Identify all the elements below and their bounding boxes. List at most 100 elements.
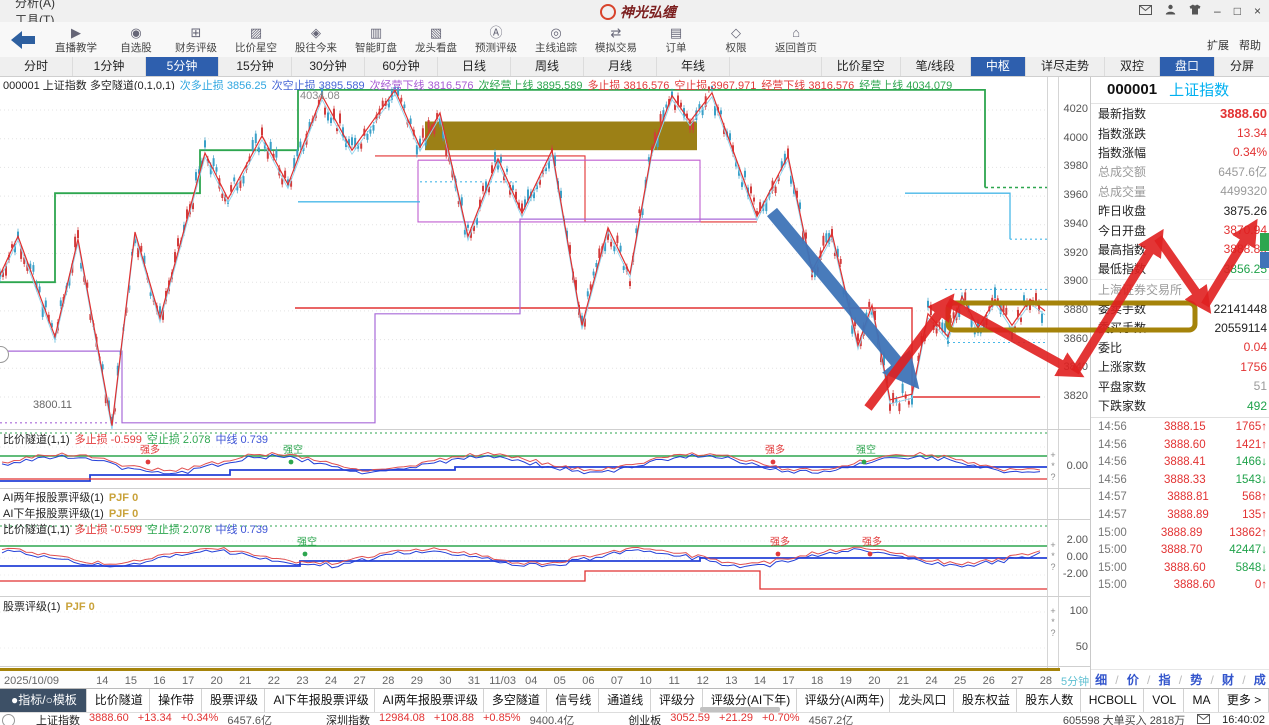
date-tick-13: 31 [460, 675, 489, 687]
view-tab-4[interactable]: 双控 [1104, 57, 1159, 76]
tab-scrollbar[interactable] [700, 707, 780, 712]
period-tab-5[interactable]: 60分钟 [365, 57, 438, 76]
period-tab-3[interactable]: 15分钟 [219, 57, 292, 76]
date-tick-22: 13 [717, 675, 746, 687]
view-tab-1[interactable]: 笔/线段 [900, 57, 970, 76]
panel3-y-1: 50 [1076, 641, 1088, 653]
restore-button[interactable]: □ [1234, 4, 1241, 18]
panel-tools-1[interactable]: +*? [1048, 540, 1058, 573]
quote-label-12: 委比 [1098, 339, 1122, 356]
toolbar-item-3[interactable]: ▨比价星空 [226, 26, 286, 54]
indicator-tab-15[interactable]: VOL [1144, 689, 1184, 713]
status-index-chg-2: +21.29 [719, 712, 753, 725]
mini-tab-5[interactable]: 成 [1254, 671, 1266, 688]
view-tab-5[interactable]: 盘口 [1159, 57, 1214, 76]
toolbar-label-12: 返回首页 [766, 43, 826, 54]
date-tick-17: 06 [574, 675, 603, 687]
menu-item-1[interactable]: 分析(A) [0, 0, 71, 11]
view-tab-3[interactable]: 详尽走势 [1025, 57, 1104, 76]
toolbar-item-5[interactable]: ▥智能盯盘 [346, 26, 406, 54]
indicator-tab-10[interactable]: 评级分(AI两年) [797, 689, 891, 713]
toolbar-item-7[interactable]: Ⓐ预测评级 [466, 26, 526, 54]
period-tab-7[interactable]: 周线 [511, 57, 584, 76]
period-tab-2[interactable]: 5分钟 [146, 57, 219, 76]
status-index-pct-1: +0.85% [483, 712, 521, 725]
toolbar-item-11[interactable]: ◇权限 [706, 26, 766, 54]
toolbar-item-9[interactable]: ⇄模拟交易 [586, 26, 646, 54]
indicator-tab-2[interactable]: 股票评级 [202, 689, 265, 713]
mini-tab-1[interactable]: 价 [1127, 671, 1139, 688]
mini-tab-0[interactable]: 细 [1095, 671, 1107, 688]
tick-list[interactable]: 14:563888.151765↑14:563888.601421↑14:563… [1091, 417, 1269, 594]
date-tick-30: 25 [946, 675, 975, 687]
quote-label-1: 指数涨跌 [1098, 125, 1146, 142]
indicator-tab-11[interactable]: 龙头风口 [890, 689, 953, 713]
period-tab-6[interactable]: 日线 [438, 57, 511, 76]
toolbar-label-1: 自选股 [106, 43, 166, 54]
toolbar-item-6[interactable]: ▧龙头看盘 [406, 26, 466, 54]
tick-price-6: 3888.89 [1134, 527, 1229, 539]
period-tab-0[interactable]: 分时 [0, 57, 73, 76]
tick-row-2: 14:563888.411466↓ [1091, 453, 1269, 471]
minimize-button[interactable]: – [1214, 4, 1221, 18]
mail-icon[interactable] [1139, 4, 1152, 18]
status-index-price-2: 3052.59 [670, 712, 710, 725]
toolbar-icon-5: ▥ [346, 26, 406, 42]
period-tab-9[interactable]: 年线 [657, 57, 730, 76]
indicator-tab-3[interactable]: AI下年报股票评级 [265, 689, 374, 713]
indicator-tab-16[interactable]: MA [1184, 689, 1218, 713]
status-bar: 上证指数3888.60+13.34+0.34%6457.6亿深圳指数12984.… [0, 712, 1269, 725]
status-mail-icon[interactable] [1197, 714, 1210, 725]
ai-row-0-label: AI两年报股票评级(1) [3, 492, 104, 504]
quote-mini-tabs: 细/价/指/势/财/成 [1091, 669, 1269, 689]
panel2-param-2: 中线 0.739 [215, 524, 268, 536]
toolbar-item-0[interactable]: ▶直播教学 [46, 26, 106, 54]
indicator-tab-8[interactable]: 评级分 [651, 689, 703, 713]
mini-tab-4[interactable]: 财 [1222, 671, 1234, 688]
indicator-tab-6[interactable]: 信号线 [547, 689, 599, 713]
indicator-tab-4[interactable]: AI两年报股票评级 [375, 689, 484, 713]
panel-tools-2[interactable]: +*? [1048, 606, 1058, 639]
toolbar-item-2[interactable]: ⊞财务评级 [166, 26, 226, 54]
indicator-tab-17[interactable]: 更多 > [1219, 689, 1269, 713]
indicator-tab-12[interactable]: 股东权益 [954, 689, 1017, 713]
date-tick-15: 04 [517, 675, 546, 687]
period-tab-1[interactable]: 1分钟 [73, 57, 146, 76]
mini-tab-3[interactable]: 势 [1190, 671, 1202, 688]
toolbar-item-4[interactable]: ◈股往今来 [286, 26, 346, 54]
toolbar-right-link-0[interactable]: 扩展 [1207, 37, 1229, 53]
toolbar-item-8[interactable]: ◎主线追踪 [526, 26, 586, 54]
svg-text:强多: 强多 [770, 535, 790, 548]
indicator-tab-13[interactable]: 股东人数 [1017, 689, 1080, 713]
tick-price-5: 3888.89 [1134, 509, 1242, 521]
toolbar-item-12[interactable]: ⌂返回首页 [766, 26, 826, 54]
indicator-tab-active[interactable]: ●指标/○模板 [0, 689, 87, 713]
close-button[interactable]: × [1254, 4, 1261, 18]
tick-vol-0: 1765↑ [1236, 421, 1267, 433]
indicator-tab-14[interactable]: HCBOLL [1081, 689, 1144, 713]
main-chart[interactable]: 强多强空强多强空强空强多强多 [0, 76, 1060, 668]
back-button[interactable] [0, 29, 46, 51]
indicator-tab-5[interactable]: 多空隧道 [484, 689, 547, 713]
indicator-tab-0[interactable]: 比价隧道 [87, 689, 150, 713]
user-icon[interactable] [1165, 4, 1176, 18]
svg-text:强空: 强空 [283, 443, 303, 456]
period-tab-4[interactable]: 30分钟 [292, 57, 365, 76]
panel-tools-0[interactable]: +*? [1048, 450, 1058, 483]
toolbar-item-10[interactable]: ▤订单 [646, 26, 706, 54]
status-index-2: 创业板3052.59+21.29+0.70%4567.2亿 [628, 712, 853, 725]
y-tick-3820: 3820 [1064, 390, 1088, 402]
toolbar-icon-9: ⇄ [586, 26, 646, 42]
date-tick-4: 20 [202, 675, 231, 687]
period-tab-8[interactable]: 月线 [584, 57, 657, 76]
toolbar-right-link-1[interactable]: 帮助 [1239, 37, 1261, 53]
skin-icon[interactable] [1189, 4, 1201, 18]
view-tab-6[interactable]: 分屏 [1214, 57, 1269, 76]
indicator-tab-7[interactable]: 通道线 [599, 689, 651, 713]
mini-tab-2[interactable]: 指 [1159, 671, 1171, 688]
indicator-tab-1[interactable]: 操作带 [150, 689, 202, 713]
view-tab-2[interactable]: 中枢 [970, 57, 1025, 76]
date-tick-26: 19 [831, 675, 860, 687]
view-tab-0[interactable]: 比价星空 [821, 57, 900, 76]
toolbar-item-1[interactable]: ◉自选股 [106, 26, 166, 54]
